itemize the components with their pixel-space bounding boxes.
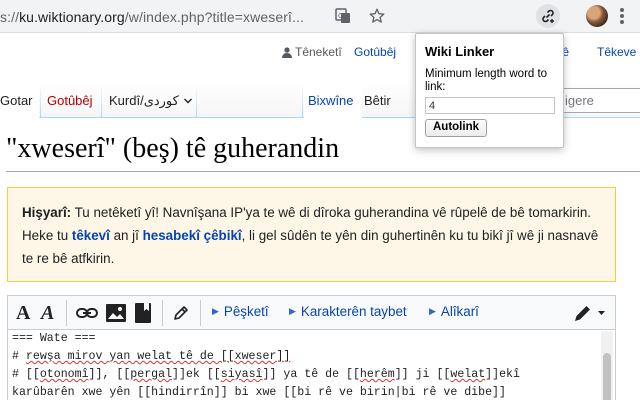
anonymous-edit-warning: Hişyarî: Tu netêketî yî! Navnîşana IP'ya…: [7, 187, 616, 282]
editor-text: pergal: [130, 368, 173, 381]
tab-divider: [196, 84, 197, 117]
title-divider: [6, 171, 640, 172]
warning-label: Hişyarî:: [22, 205, 72, 220]
login-link[interactable]: Têkeve: [597, 45, 636, 59]
min-length-label: Minimum length word to link:: [425, 68, 548, 93]
editor-line: # [[otonomî]], [[pergal]]ek [[siyasî]] y…: [12, 366, 611, 384]
scrollbar-thumb[interactable]: [603, 353, 611, 400]
tab-more[interactable]: Bêtir: [364, 82, 391, 118]
editor-text: ]] ji [[: [394, 368, 451, 381]
editor-text: # [[: [12, 368, 40, 381]
browser-toolbar: s://ku.wiktionary.org/w/index.php?title=…: [0, 0, 640, 33]
image-icon[interactable]: [106, 302, 126, 324]
triangle-right-icon: ▶: [429, 306, 436, 316]
edit-mode-pencil-icon[interactable]: [570, 302, 610, 324]
translate-icon[interactable]: G: [333, 6, 353, 26]
tab-language-variant[interactable]: Kurdî/كوردی: [109, 82, 193, 118]
editor-toolbar: A A ▶ Pêşketî ▶ Karakterên taybet ▶ Alîkarî: [7, 295, 616, 329]
url-host: ku.wiktionary.org: [19, 9, 125, 25]
profile-avatar[interactable]: [586, 5, 608, 27]
wikitext-editor[interactable]: === Wate === # rewşa mirov yan welat tê …: [7, 329, 616, 400]
url-path: /w/index.php?title=xweserî...: [124, 9, 304, 25]
wiki-linker-popup: Wiki Linker Minimum length word to link:…: [415, 33, 564, 148]
tab-divider: [302, 84, 303, 117]
italic-button[interactable]: A: [41, 302, 54, 324]
editor-text: rewşa mirov yan welat tê de [[xweser]]: [25, 350, 291, 363]
toolbar-divider: [200, 300, 201, 326]
wiki-linker-extension-icon[interactable]: [536, 4, 560, 28]
login-warning-link[interactable]: têkevî: [72, 228, 110, 243]
reference-icon[interactable]: [135, 302, 151, 324]
editor-line: karûbarên xwe yên [[hindirrîn]] bi xwe […: [12, 386, 506, 399]
tab-read[interactable]: Bixwîne: [304, 82, 362, 118]
url-text[interactable]: s://ku.wiktionary.org/w/index.php?title=…: [0, 9, 304, 25]
special-characters-menu[interactable]: ▶ Karakterên taybet: [289, 304, 407, 319]
search-input[interactable]: igere: [556, 88, 640, 113]
chevron-down-icon: [183, 98, 192, 104]
editor-text: #: [12, 350, 26, 363]
editor-text: otonomî: [39, 368, 89, 381]
tab-page[interactable]: Gotar: [0, 82, 39, 118]
autolink-button[interactable]: Autolink: [425, 119, 487, 137]
advanced-menu[interactable]: ▶ Pêşketî: [212, 304, 269, 319]
popup-title: Wiki Linker: [425, 44, 495, 59]
editor-text: ]]ek [[: [172, 368, 221, 381]
editor-text: ]], [[: [88, 368, 131, 381]
svg-text:G: G: [338, 12, 343, 20]
url-scheme: s://: [0, 9, 20, 25]
user-icon: [282, 46, 292, 58]
personal-talk-link[interactable]: Gotûbêj: [354, 45, 396, 59]
search-placeholder: igere: [565, 93, 594, 108]
signature-pencil-icon[interactable]: [172, 302, 190, 324]
bold-button[interactable]: A: [16, 302, 30, 324]
tab-divider: [101, 84, 102, 117]
editor-text: herêm: [359, 368, 395, 381]
min-length-input[interactable]: [425, 97, 555, 114]
more-label: Bêtir: [364, 93, 391, 108]
triangle-right-icon: ▶: [212, 306, 219, 316]
bookmark-star-icon[interactable]: [367, 6, 387, 26]
personal-user: Têneketî: [282, 45, 342, 59]
user-status-label: Têneketî: [295, 45, 342, 59]
editor-line: === Wate ===: [12, 332, 96, 345]
editor-text: ]] ya tê de [[: [262, 368, 360, 381]
editor-text: siyasî: [220, 368, 263, 381]
tab-divider: [40, 84, 41, 117]
browser-menu-icon[interactable]: [620, 8, 624, 24]
language-variant-label: Kurdî/كوردی: [109, 93, 179, 108]
page-title: "xweserî" (beş) tê guherandin: [6, 133, 340, 164]
advanced-label: Pêşketî: [223, 304, 269, 319]
editor-line: # rewşa mirov yan welat tê de [[xweser]]: [12, 348, 611, 366]
editor-scrollbar[interactable]: [601, 331, 613, 400]
warning-text-2: an jî: [109, 228, 143, 243]
create-account-link[interactable]: hesabekî çêbikî: [143, 228, 242, 243]
link-icon[interactable]: [76, 302, 98, 324]
help-menu[interactable]: ▶ Alîkarî: [429, 304, 479, 319]
tab-talk[interactable]: Gotûbêj: [47, 82, 93, 118]
toolbar-divider: [66, 300, 67, 326]
toolbar-divider: [162, 300, 163, 326]
editor-text: welat: [450, 368, 486, 381]
help-label: Alîkarî: [440, 304, 479, 319]
editor-text: ]]ekî: [485, 368, 520, 381]
special-characters-label: Karakterên taybet: [300, 304, 407, 319]
triangle-right-icon: ▶: [289, 306, 296, 316]
